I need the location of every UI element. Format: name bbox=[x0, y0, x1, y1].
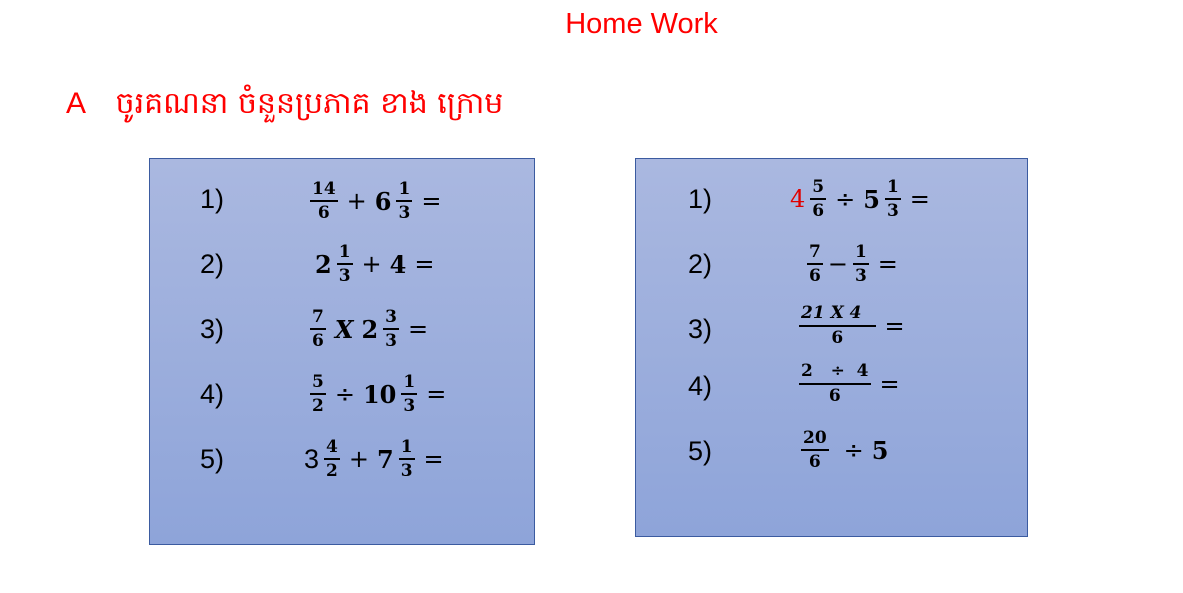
fraction: 13 bbox=[398, 437, 415, 481]
fraction: 2 ÷ 46 bbox=[799, 361, 871, 406]
right-exercise-box: 1) 4 56 ÷ 5 13 = 2) 76 − 13 = 3) 21 X 46… bbox=[635, 158, 1028, 537]
equals-sign: = bbox=[426, 380, 447, 408]
left-exercise-box: 1) 14 6 + 6 13 = 2) 2 13 + 4 = 3) 76 X 2 … bbox=[149, 158, 535, 545]
plus-operator: + bbox=[346, 187, 367, 215]
equals-sign: = bbox=[414, 250, 435, 278]
fraction: 21 X 46 bbox=[799, 303, 876, 348]
page-title: Home Work bbox=[565, 8, 718, 40]
exercise-expression: 4 56 ÷ 5 13 = bbox=[788, 177, 930, 221]
whole-number-highlighted: 4 bbox=[790, 185, 806, 213]
equals-sign: = bbox=[423, 445, 444, 473]
exercise-row: 1) 14 6 + 6 13 = bbox=[150, 169, 534, 229]
equals-sign: = bbox=[408, 315, 429, 343]
fraction: 13 bbox=[884, 177, 901, 221]
fraction: 76 bbox=[807, 242, 823, 286]
exercise-number: 1) bbox=[200, 184, 225, 214]
fraction: 42 bbox=[324, 437, 340, 481]
fraction: 20 6 bbox=[801, 428, 829, 472]
exercise-row: 5) 20 6 ÷ 5 bbox=[636, 424, 1027, 484]
divide-operator: ÷ bbox=[843, 436, 864, 464]
exercise-expression: 2 13 + 4 = bbox=[313, 242, 434, 286]
exercise-expression: 3 42 + 7 13 = bbox=[302, 437, 444, 481]
multiply-operator: X bbox=[334, 314, 354, 344]
exercise-row: 5) 3 42 + 7 13 = bbox=[150, 429, 534, 489]
exercise-number: 2) bbox=[200, 249, 225, 279]
exercise-expression: 21 X 46 = bbox=[796, 303, 905, 348]
equals-sign: = bbox=[879, 369, 900, 398]
exercise-number: 5) bbox=[200, 444, 225, 474]
exercise-number: 1) bbox=[688, 184, 713, 214]
exercise-row: 4) 52 ÷ 10 13 = bbox=[150, 364, 534, 424]
plus-operator: + bbox=[348, 445, 369, 473]
section-instruction: ចូរគណនា ចំនួនប្រភាគ ខាង ក្រោម bbox=[115, 86, 504, 121]
exercise-expression: 52 ÷ 10 13 = bbox=[307, 372, 446, 416]
exercise-expression: 14 6 + 6 13 = bbox=[307, 179, 441, 223]
whole-number: 2 bbox=[315, 249, 332, 279]
exercise-number: 3) bbox=[688, 314, 713, 344]
exercise-row: 2) 2 13 + 4 = bbox=[150, 234, 534, 294]
exercise-row: 3) 76 X 2 33 = bbox=[150, 299, 534, 359]
whole-number: 6 bbox=[374, 186, 392, 216]
equals-sign: = bbox=[909, 185, 930, 213]
whole-number: 10 bbox=[362, 379, 397, 409]
exercise-row: 4) 2 ÷ 46 = bbox=[636, 359, 1027, 419]
equals-sign: = bbox=[421, 187, 442, 215]
exercise-expression: 76 − 13 = bbox=[804, 242, 898, 286]
exercise-number: 4) bbox=[200, 379, 225, 409]
fraction: 33 bbox=[383, 307, 400, 351]
equals-sign: = bbox=[884, 311, 905, 340]
exercise-number: 3) bbox=[200, 314, 225, 344]
equals-sign: = bbox=[877, 250, 898, 278]
exercise-number: 5) bbox=[688, 436, 713, 466]
exercise-row: 2) 76 − 13 = bbox=[636, 234, 1027, 294]
fraction: 52 bbox=[310, 372, 326, 416]
fraction: 13 bbox=[336, 242, 353, 286]
section-heading: A ចូរគណនា ចំនួនប្រភាគ ខាង ក្រោម bbox=[66, 84, 503, 128]
divide-operator: ÷ bbox=[334, 380, 355, 408]
exercise-number: 2) bbox=[688, 249, 713, 279]
exercise-row: 1) 4 56 ÷ 5 13 = bbox=[636, 169, 1027, 229]
exercise-expression: 2 ÷ 46 = bbox=[796, 361, 900, 406]
fraction: 14 6 bbox=[310, 179, 338, 223]
fraction: 76 bbox=[310, 307, 326, 351]
fraction: 56 bbox=[810, 177, 827, 221]
minus-operator: − bbox=[827, 250, 848, 278]
section-letter: A bbox=[66, 87, 87, 120]
fraction: 13 bbox=[852, 242, 869, 286]
exercise-number: 4) bbox=[688, 371, 713, 401]
whole-number: 3 bbox=[304, 443, 320, 474]
whole-number: 7 bbox=[376, 444, 394, 474]
fraction: 13 bbox=[396, 179, 413, 223]
whole-number: 5 bbox=[863, 184, 880, 214]
whole-number: 5 bbox=[871, 435, 889, 465]
exercise-expression: 76 X 2 33 = bbox=[307, 307, 428, 351]
fraction: 13 bbox=[401, 372, 418, 416]
whole-number: 2 bbox=[361, 314, 379, 344]
divide-operator: ÷ bbox=[835, 185, 856, 213]
exercise-row: 3) 21 X 46 = bbox=[636, 299, 1027, 359]
exercise-expression: 20 6 ÷ 5 bbox=[798, 428, 890, 472]
whole-number: 4 bbox=[389, 249, 407, 279]
plus-operator: + bbox=[361, 250, 382, 278]
